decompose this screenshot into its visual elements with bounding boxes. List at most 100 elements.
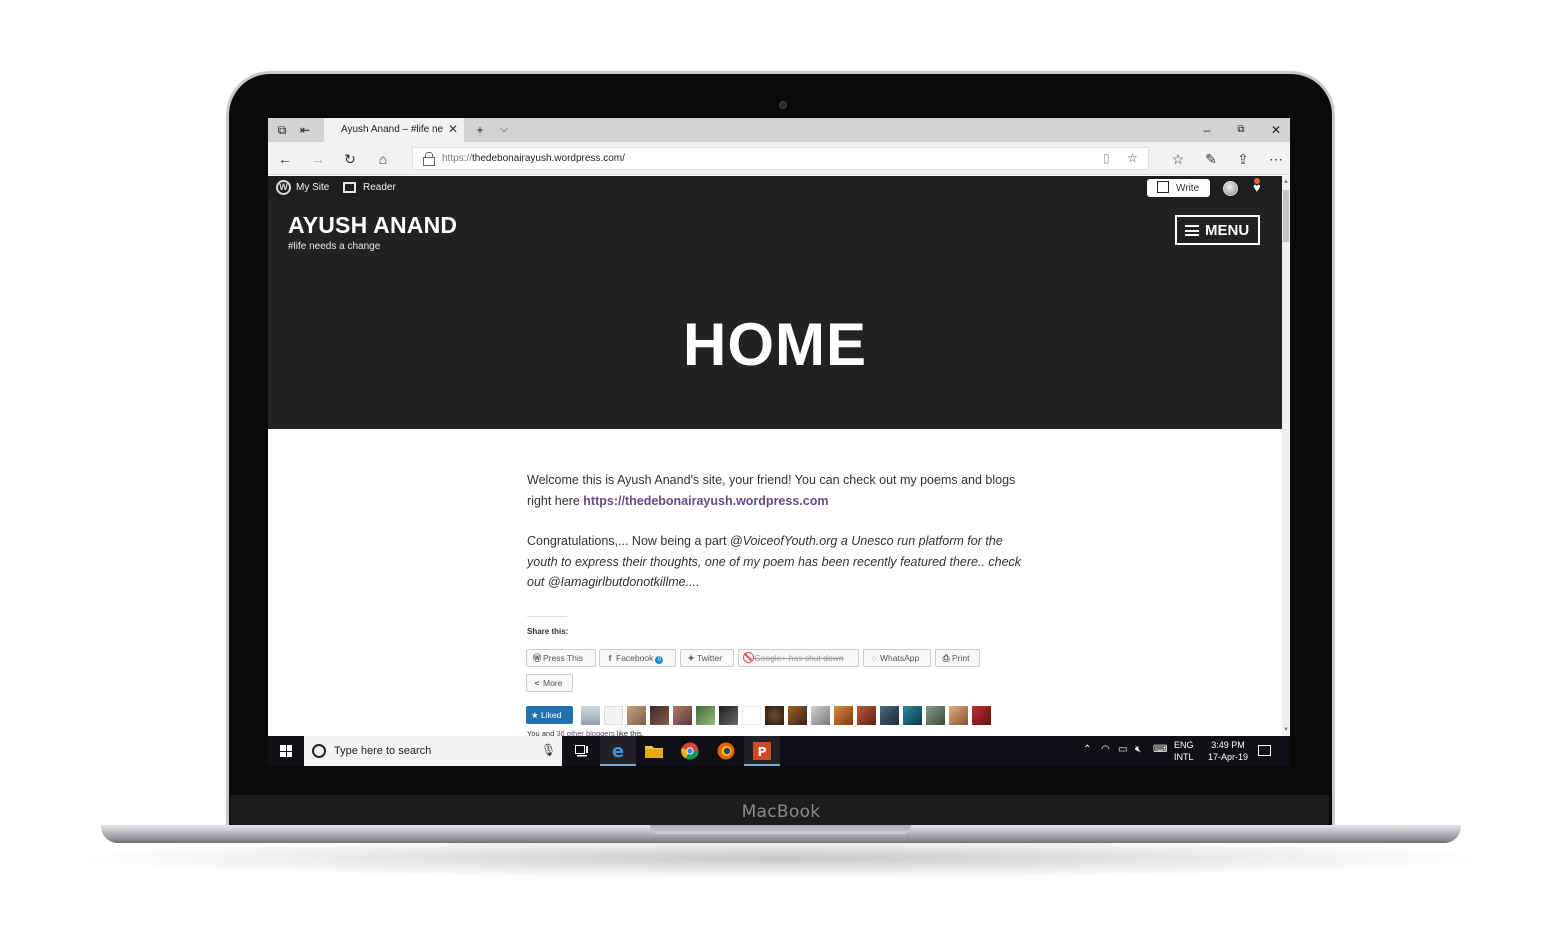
liker-avatar[interactable] bbox=[903, 706, 922, 725]
windows-start-icon[interactable] bbox=[280, 745, 292, 757]
menu-label: MENU bbox=[1205, 222, 1250, 239]
share-icon[interactable]: ⇪ bbox=[1234, 150, 1252, 168]
wordpress-icon[interactable]: W bbox=[276, 180, 291, 195]
minimize-icon[interactable]: – bbox=[1197, 121, 1217, 139]
liker-avatar[interactable] bbox=[742, 706, 761, 725]
intro-paragraph: Welcome this is Ayush Anand's site, your… bbox=[527, 470, 1027, 511]
my-site-link[interactable]: My Site bbox=[296, 182, 329, 193]
liked-label: Liked bbox=[540, 710, 562, 720]
more-menu-icon[interactable]: ⋯ bbox=[1267, 150, 1285, 168]
search-placeholder: Type here to search bbox=[334, 745, 432, 757]
liker-avatar[interactable] bbox=[926, 706, 945, 725]
browser-tab[interactable]: Ayush Anand – #life nee ✕ bbox=[324, 118, 464, 142]
task-view-icon[interactable] bbox=[564, 736, 600, 766]
liker-avatar[interactable] bbox=[834, 706, 853, 725]
battery-icon[interactable]: ▭ bbox=[1118, 744, 1127, 755]
site-title[interactable]: AYUSH ANAND bbox=[288, 212, 457, 239]
reading-view-icon[interactable]: ▯ bbox=[1103, 151, 1110, 165]
wifi-icon[interactable]: ◠ bbox=[1101, 744, 1110, 755]
scroll-up-icon[interactable]: ▲ bbox=[1282, 178, 1290, 186]
refresh-icon[interactable]: ↻ bbox=[341, 150, 359, 168]
liker-avatar[interactable] bbox=[788, 706, 807, 725]
chrome-icon[interactable] bbox=[672, 736, 708, 766]
chevron-down-icon[interactable]: ⌵ bbox=[496, 122, 512, 138]
restore-icon[interactable]: ⧉ bbox=[1231, 121, 1251, 139]
clock[interactable]: 3:49 PM 17-Apr-19 bbox=[1203, 739, 1253, 763]
site-header: AYUSH ANAND #life needs a change MENU HO… bbox=[268, 200, 1282, 429]
pen-icon[interactable]: ✎ bbox=[1202, 150, 1220, 168]
menu-button[interactable]: MENU bbox=[1175, 215, 1260, 245]
liker-avatar[interactable] bbox=[696, 706, 715, 725]
facebook-label: Facebook bbox=[616, 653, 654, 663]
liker-avatar[interactable] bbox=[627, 706, 646, 725]
liker-avatar[interactable] bbox=[719, 706, 738, 725]
favorites-hub-icon[interactable]: ☆ bbox=[1169, 150, 1187, 168]
svg-text:e: e bbox=[612, 742, 624, 760]
language-code: ENG bbox=[1174, 740, 1194, 750]
keyboard-layout: INTL bbox=[1174, 752, 1194, 762]
liker-avatar[interactable] bbox=[650, 706, 669, 725]
set-aside-tabs-icon[interactable]: ⇤ bbox=[297, 122, 313, 138]
more-label: More bbox=[543, 678, 563, 688]
taskbar-search-box[interactable]: Type here to search 🎙 bbox=[304, 736, 562, 766]
liker-avatar[interactable] bbox=[857, 706, 876, 725]
liker-avatar[interactable] bbox=[673, 706, 692, 725]
more-share-button[interactable]: < More bbox=[526, 674, 573, 692]
page-scrollbar[interactable]: ▲ ▼ bbox=[1282, 176, 1290, 738]
write-label: Write bbox=[1176, 183, 1200, 194]
site-link[interactable]: https://thedebonairayush.wordpress.com bbox=[583, 494, 828, 508]
taskbar: Type here to search 🎙 e P ⌃ ◠ ▭ 🔇︎ ⌨ ENG… bbox=[268, 736, 1290, 766]
reader-link[interactable]: Reader bbox=[363, 182, 396, 193]
page-title: HOME bbox=[683, 311, 867, 378]
microphone-icon[interactable]: 🎙 bbox=[541, 743, 556, 757]
liker-avatar[interactable] bbox=[949, 706, 968, 725]
tab-actions-icon[interactable]: ⧉ bbox=[274, 122, 290, 138]
liker-avatar[interactable] bbox=[972, 706, 991, 725]
divider bbox=[527, 616, 567, 617]
back-arrow-icon[interactable]: ← bbox=[276, 150, 294, 168]
chevron-up-icon[interactable]: ⌃ bbox=[1083, 744, 1091, 755]
action-center-icon[interactable] bbox=[1258, 745, 1271, 756]
share-title: Share this: bbox=[527, 627, 569, 636]
close-window-icon[interactable]: ✕ bbox=[1266, 121, 1286, 139]
liker-avatar[interactable] bbox=[811, 706, 830, 725]
favorite-star-icon[interactable]: ☆ bbox=[1127, 151, 1138, 165]
tab-close-icon[interactable]: ✕ bbox=[448, 122, 458, 136]
home-icon[interactable]: ⌂ bbox=[374, 150, 392, 168]
write-button[interactable]: Write bbox=[1147, 179, 1210, 197]
whatsapp-icon: ◌ bbox=[871, 653, 877, 663]
volume-muted-icon[interactable]: 🔇︎ bbox=[1135, 744, 1141, 755]
liker-avatar[interactable] bbox=[880, 706, 899, 725]
laptop-brand-label: MacBook bbox=[741, 802, 821, 822]
google-share-button[interactable]: Google+ has shut down bbox=[738, 649, 859, 667]
plus-icon[interactable]: + bbox=[472, 122, 488, 138]
whatsapp-share-button[interactable]: ◌ WhatsApp bbox=[863, 649, 931, 667]
language-indicator[interactable]: ENG INTL bbox=[1174, 739, 1194, 763]
forward-arrow-icon[interactable]: → bbox=[309, 150, 327, 168]
liker-avatar[interactable] bbox=[581, 706, 600, 725]
powerpoint-icon[interactable]: P bbox=[744, 736, 780, 766]
whatsapp-label: WhatsApp bbox=[880, 653, 920, 663]
address-bar[interactable]: https://thedebonairayush.wordpress.com/ … bbox=[412, 147, 1149, 170]
share-icon: < bbox=[534, 678, 540, 688]
twitter-share-button[interactable]: ✦ Twitter bbox=[680, 649, 734, 667]
liker-avatar[interactable] bbox=[765, 706, 784, 725]
liker-avatar[interactable] bbox=[604, 706, 623, 725]
avatar[interactable] bbox=[1223, 181, 1238, 196]
scroll-thumb[interactable] bbox=[1283, 190, 1289, 242]
wordpress-icon: Ⓦ bbox=[532, 653, 542, 663]
print-label: Print bbox=[952, 653, 970, 663]
write-icon bbox=[1157, 181, 1169, 193]
keyboard-icon[interactable]: ⌨ bbox=[1153, 744, 1167, 755]
facebook-share-button[interactable]: f Facebook 0 bbox=[599, 649, 676, 667]
file-explorer-icon[interactable] bbox=[636, 736, 672, 766]
liked-button[interactable]: ★ Liked bbox=[526, 706, 573, 724]
print-button[interactable]: ⎙ Print bbox=[935, 649, 980, 667]
press-this-button[interactable]: Ⓦ Press This bbox=[526, 649, 596, 667]
firefox-icon[interactable] bbox=[708, 736, 744, 766]
reader-icon[interactable] bbox=[343, 182, 356, 193]
printer-icon: ⎙ bbox=[942, 653, 950, 663]
scroll-down-icon[interactable]: ▼ bbox=[1282, 726, 1290, 734]
edge-browser-icon[interactable]: e bbox=[600, 736, 636, 766]
clock-date: 17-Apr-19 bbox=[1207, 752, 1249, 762]
